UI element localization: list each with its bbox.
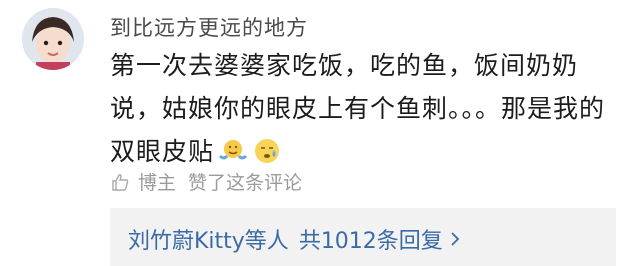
avatar[interactable] <box>22 8 84 70</box>
comment-username[interactable]: 到比远方更远的地方 <box>110 12 308 42</box>
comment-meta: 博主 赞了这条评论 <box>110 168 302 195</box>
replies-count: 共1012条回复 <box>298 229 443 254</box>
shrug-emoji-icon <box>218 140 248 160</box>
replies-panel: 刘竹蔚Kitty等人 共1012条回复 <box>110 208 616 266</box>
crying-face-emoji-icon <box>255 139 280 163</box>
chevron-right-icon <box>451 232 460 246</box>
thumbs-up-icon[interactable] <box>110 172 130 192</box>
author-label: 博主 <box>138 172 177 194</box>
comment-body: 第一次去婆婆家吃饭，吃的鱼，饭间奶奶说，姑娘你的眼皮上有个鱼刺。。。那是我的双眼… <box>110 51 606 166</box>
replies-summary: 刘竹蔚Kitty等人 <box>128 229 289 254</box>
liked-text: 赞了这条评论 <box>188 172 303 194</box>
avatar-image <box>22 8 84 70</box>
view-replies-link[interactable]: 刘竹蔚Kitty等人 共1012条回复 <box>128 223 461 255</box>
comment-text: 第一次去婆婆家吃饭，吃的鱼，饭间奶奶说，姑娘你的眼皮上有个鱼刺。。。那是我的双眼… <box>110 44 626 173</box>
